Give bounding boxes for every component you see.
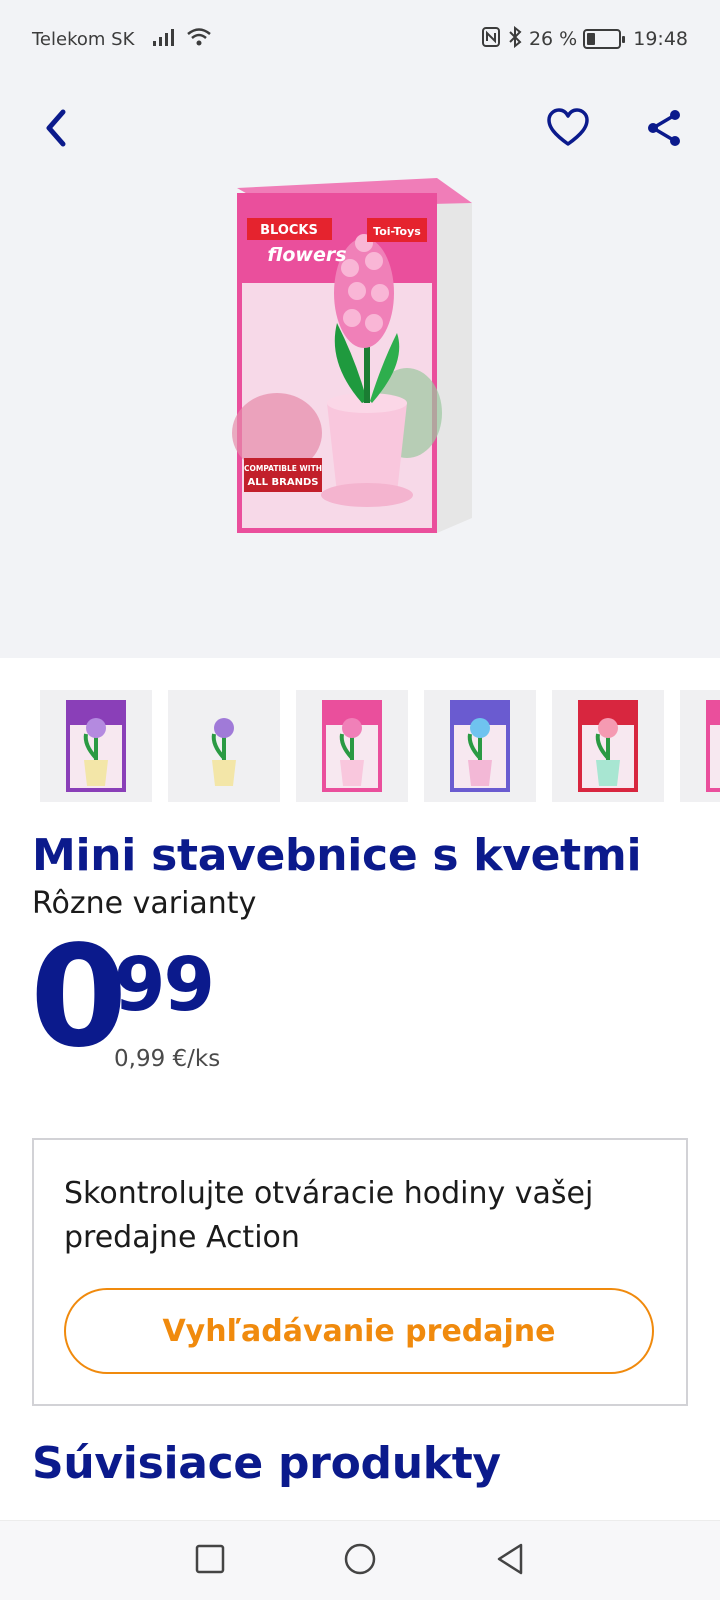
clock: 19:48	[633, 28, 688, 50]
unit-price: 0,99 €/ks	[114, 1046, 221, 1072]
heart-icon	[546, 108, 590, 152]
find-store-button[interactable]: Vyhľadávanie predajne	[64, 1288, 654, 1374]
related-products-heading: Súvisiace produkty	[32, 1438, 501, 1489]
store-hours-text: Skontrolujte otváracie hodiny vašej pred…	[64, 1176, 594, 1255]
thumbnail-image	[578, 700, 638, 792]
thumbnail-6[interactable]	[680, 690, 720, 802]
thumbnail-2[interactable]	[168, 690, 280, 802]
price-decimal: 99	[114, 942, 215, 1028]
home-icon	[343, 1542, 377, 1580]
box-maker: Toi-Toys	[373, 225, 421, 238]
recent-apps-button[interactable]	[185, 1536, 235, 1586]
product-image: BLOCKS flowers Toi-Toys COMPATIBLE WITH …	[232, 178, 472, 533]
carrier-name: Telekom SK	[32, 28, 135, 50]
share-icon	[644, 107, 684, 153]
home-button[interactable]	[335, 1536, 385, 1586]
thumbnail-strip[interactable]	[40, 690, 720, 802]
share-button[interactable]	[632, 98, 696, 162]
thumbnail-3[interactable]	[296, 690, 408, 802]
thumbnail-image	[450, 700, 510, 792]
thumbnail-image	[322, 700, 382, 792]
thumbnail-image	[211, 718, 236, 786]
signal-icon	[152, 27, 178, 52]
status-bar: Telekom SK 26 % 19:48	[0, 0, 720, 78]
thumbnail-image	[66, 700, 126, 792]
battery-icon	[583, 29, 626, 49]
system-nav-bar	[0, 1520, 720, 1600]
price-integer: 0	[30, 916, 127, 1079]
box-claim-1: COMPATIBLE WITH	[244, 464, 322, 473]
box-brand: BLOCKS	[260, 223, 318, 238]
nfc-icon	[481, 26, 501, 53]
back-icon	[495, 1542, 525, 1580]
product-title: Mini stavebnice s kvetmi	[32, 830, 642, 881]
back-button[interactable]	[24, 98, 88, 162]
thumbnail-image	[706, 700, 720, 792]
nav-back-button[interactable]	[485, 1536, 535, 1586]
store-info-box: Skontrolujte otváracie hodiny vašej pred…	[32, 1138, 688, 1406]
box-line: flowers	[267, 244, 346, 266]
thumbnail-1[interactable]	[40, 690, 152, 802]
thumbnail-5[interactable]	[552, 690, 664, 802]
bluetooth-icon	[507, 25, 523, 53]
recent-apps-icon	[195, 1544, 225, 1578]
box-claim-2: ALL BRANDS	[248, 477, 319, 488]
battery-percent: 26 %	[528, 28, 578, 50]
favorite-button[interactable]	[536, 98, 600, 162]
product-hero: BLOCKS flowers Toi-Toys COMPATIBLE WITH …	[0, 78, 720, 658]
thumbnail-4[interactable]	[424, 690, 536, 802]
wifi-icon	[186, 27, 212, 52]
back-arrow-icon	[41, 108, 71, 152]
